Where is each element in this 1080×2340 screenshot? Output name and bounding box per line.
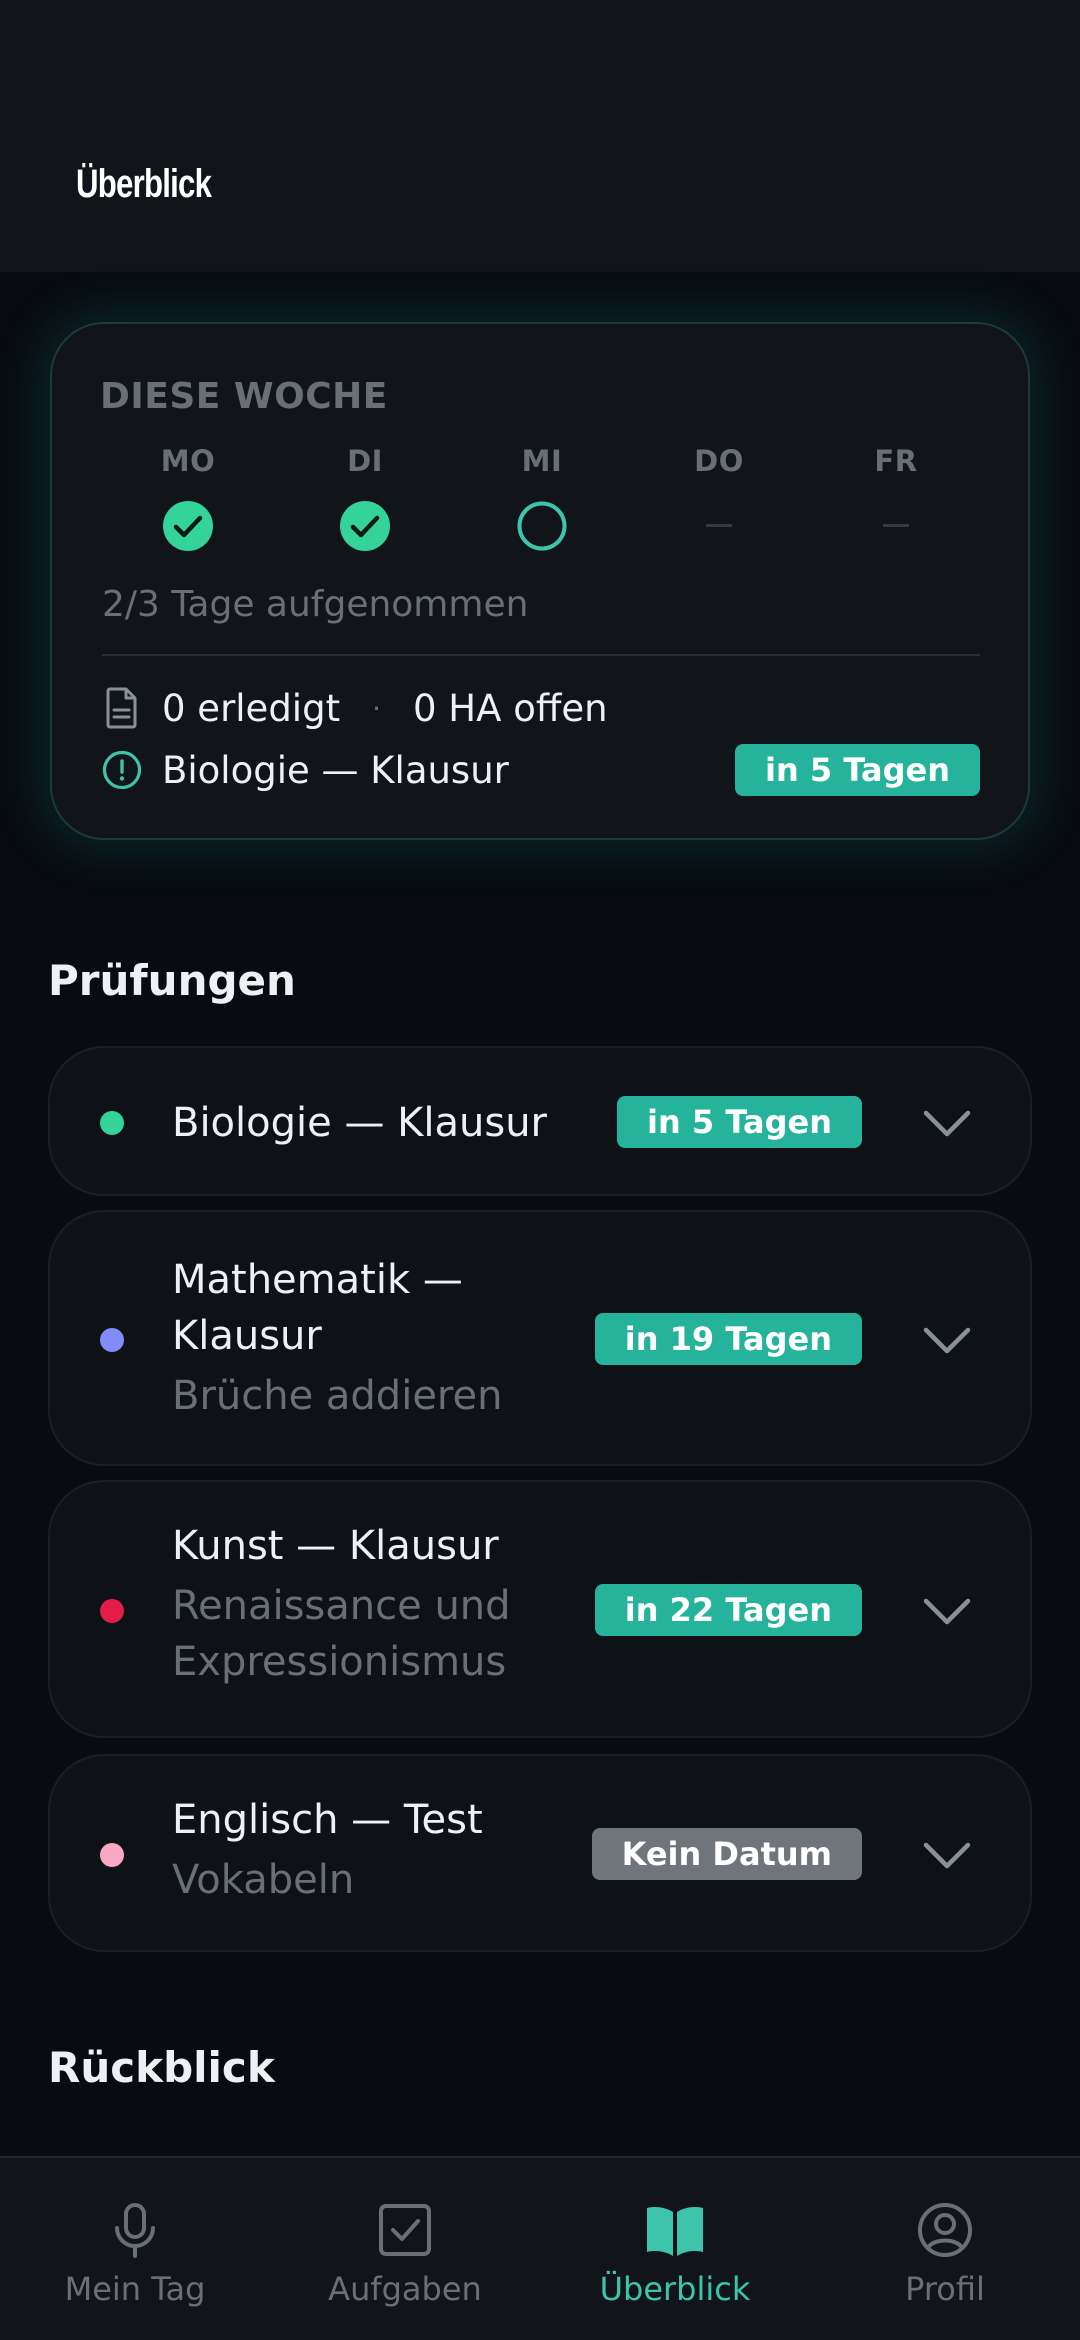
review-section-title: Rückblick (48, 2043, 275, 2092)
nav-item-aufgaben[interactable]: Aufgaben (270, 2158, 540, 2340)
separator-dot: · (372, 691, 381, 725)
exam-title: Kunst — Klausur (172, 1523, 499, 1569)
nav-label: Überblick (599, 2270, 751, 2308)
exam-no-date-badge: Kein Datum (591, 1828, 862, 1880)
next-exam-badge: in 5 Tagen (735, 744, 980, 796)
nav-label: Mein Tag (64, 2270, 206, 2308)
exam-topic: Vokabeln (172, 1857, 355, 1903)
day-tuesday: DI (305, 444, 425, 552)
exam-title: Biologie — Klausur (172, 1100, 547, 1146)
divider (102, 654, 980, 656)
chevron-down-icon[interactable] (922, 1596, 972, 1626)
done-count: 0 erledigt (162, 686, 341, 730)
no-entry-dash (706, 524, 732, 527)
day-friday: FR (836, 444, 956, 527)
exams-section-title: Prüfungen (48, 956, 296, 1005)
week-summary-card[interactable]: DIESE WOCHE MO DI MI DO FR 2/3 Tage aufg… (50, 322, 1030, 840)
day-thursday: DO (659, 444, 779, 527)
book-icon (647, 2207, 703, 2256)
page-title: Überblick (76, 162, 212, 206)
bottom-navigation: Mein Tag Aufgaben Überblick Profil (0, 2156, 1080, 2340)
checkbox-icon (379, 2204, 431, 2256)
nav-item-profil[interactable]: Profil (810, 2158, 1080, 2340)
chevron-down-icon[interactable] (922, 1840, 972, 1870)
day-label: DO (694, 444, 744, 478)
days-recorded-status: 2/3 Tage aufgenommen (102, 584, 529, 625)
next-exam-title: Biologie — Klausur (162, 748, 509, 792)
exam-card-kunst[interactable]: Kunst — Klausur Renaissance und Expressi… (48, 1480, 1032, 1738)
top-app-bar: Überblick (0, 0, 1080, 272)
exam-title: Englisch — Test (172, 1797, 483, 1843)
homework-open-count: 0 HA offen (413, 686, 608, 730)
subject-color-dot (100, 1111, 124, 1135)
empty-circle-icon (517, 501, 567, 551)
no-entry-dash (883, 524, 909, 527)
next-exam-row: Biologie — Klausur in 5 Tagen (102, 742, 980, 798)
exam-text: Kunst — Klausur Renaissance und Expressi… (172, 1518, 572, 1690)
nav-item-mein-tag[interactable]: Mein Tag (0, 2158, 270, 2340)
exam-title: Mathematik — Klausur (172, 1257, 463, 1359)
chevron-down-icon[interactable] (922, 1325, 972, 1355)
week-heading: DIESE WOCHE (100, 376, 388, 417)
chevron-down-icon[interactable] (922, 1108, 972, 1138)
exam-text: Englisch — Test Vokabeln (172, 1792, 483, 1908)
day-label: MO (160, 444, 216, 478)
homework-stats: 0 erledigt · 0 HA offen (102, 680, 608, 736)
document-icon (106, 687, 137, 729)
day-label: FR (874, 444, 918, 478)
day-wednesday: MI (482, 444, 602, 552)
check-circle-icon (163, 501, 213, 551)
exam-topic: Brüche addieren (172, 1373, 503, 1419)
subject-color-dot (100, 1843, 124, 1867)
exam-countdown-badge: in 22 Tagen (594, 1584, 862, 1636)
exam-countdown-badge: in 5 Tagen (617, 1096, 862, 1148)
exam-countdown-badge: in 19 Tagen (594, 1313, 862, 1365)
microphone-icon (115, 2203, 155, 2258)
exam-card-mathematik[interactable]: Mathematik — Klausur Brüche addieren in … (48, 1210, 1032, 1466)
nav-item-ueberblick[interactable]: Überblick (540, 2158, 810, 2340)
subject-color-dot (100, 1599, 124, 1623)
nav-label: Aufgaben (328, 2270, 482, 2308)
nav-label: Profil (905, 2270, 985, 2308)
subject-color-dot (100, 1328, 124, 1352)
exam-text: Biologie — Klausur (172, 1095, 547, 1151)
user-circle-icon (918, 2203, 972, 2257)
exam-text: Mathematik — Klausur Brüche addieren (172, 1252, 592, 1424)
check-circle-icon (340, 501, 390, 551)
day-label: MI (521, 444, 563, 478)
alert-circle-icon (102, 750, 142, 790)
day-label: DI (347, 444, 383, 478)
exam-topic: Renaissance und Expressionismus (172, 1583, 511, 1685)
exam-card-biologie[interactable]: Biologie — Klausur in 5 Tagen (48, 1046, 1032, 1196)
exam-card-englisch[interactable]: Englisch — Test Vokabeln Kein Datum (48, 1754, 1032, 1952)
day-monday: MO (128, 444, 248, 552)
